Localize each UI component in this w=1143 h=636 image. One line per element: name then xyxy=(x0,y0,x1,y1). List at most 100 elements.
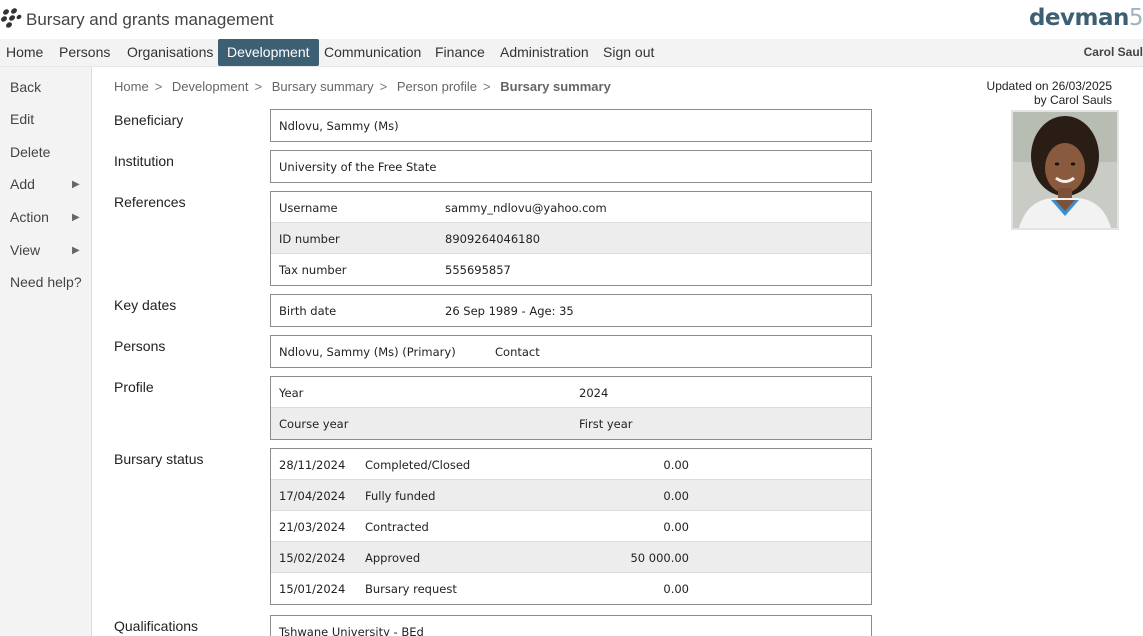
status-name: Approved xyxy=(365,551,421,565)
main-nav: Home Persons Organisations Development C… xyxy=(0,39,1143,67)
sidebar-delete[interactable]: Delete xyxy=(10,144,90,160)
status-name: Fully funded xyxy=(365,489,436,503)
status-date: 21/03/2024 xyxy=(279,520,346,534)
breadcrumb-separator: > xyxy=(154,79,163,94)
sidebar-back[interactable]: Back xyxy=(10,79,90,95)
sidebar-view[interactable]: View ▶ xyxy=(10,242,90,258)
beneficiary-label: Beneficiary xyxy=(114,112,184,128)
submenu-arrow-icon: ▶ xyxy=(72,179,80,190)
brand-logo: devman5 xyxy=(1029,5,1143,31)
reference-key: ID number xyxy=(279,232,340,246)
app-header: Bursary and grants management devman5 xyxy=(0,0,1143,39)
table-row: ID number 8909264046180 xyxy=(271,223,871,254)
sidebar: Back Edit Delete Add ▶ Action ▶ View ▶ Need… xyxy=(0,67,92,636)
app-logo-icon xyxy=(1,8,22,28)
profile-value: 2024 xyxy=(579,386,609,400)
key-date-value: 26 Sep 1989 - Age: 35 xyxy=(445,304,574,318)
table-row[interactable]: 17/04/2024 Fully funded 0.00 xyxy=(271,480,871,511)
key-dates-label: Key dates xyxy=(114,297,177,313)
sidebar-action[interactable]: Action ▶ xyxy=(10,209,90,225)
table-row[interactable]: 15/02/2024 Approved 50 000.00 xyxy=(271,542,871,573)
sidebar-edit[interactable]: Edit xyxy=(10,111,90,127)
institution-value[interactable]: University of the Free State xyxy=(279,160,436,174)
breadcrumb-person-profile[interactable]: Person profile xyxy=(397,79,477,94)
sidebar-add[interactable]: Add ▶ xyxy=(10,176,90,192)
updated-date: Updated on 26/03/2025 xyxy=(986,79,1112,93)
breadcrumb-separator: > xyxy=(483,79,491,94)
qualification-row[interactable]: Tshwane University - BEd xyxy=(271,616,871,636)
table-row[interactable]: 15/01/2024 Bursary request 0.00 xyxy=(271,573,871,604)
breadcrumb-development[interactable]: Development xyxy=(172,79,249,94)
bursary-status-label: Bursary status xyxy=(114,451,204,467)
status-name: Contracted xyxy=(365,520,429,534)
bursary-status-box: 28/11/2024 Completed/Closed 0.00 17/04/2… xyxy=(270,448,872,605)
qualification-value[interactable]: Tshwane University - BEd xyxy=(279,625,424,636)
qualifications-label: Qualifications xyxy=(114,618,199,634)
qualifications-box: Tshwane University - BEd xyxy=(270,615,872,636)
institution-row[interactable]: University of the Free State xyxy=(271,151,871,182)
profile-key: Year xyxy=(279,386,304,400)
status-amount: 0.00 xyxy=(663,582,689,596)
sidebar-help-label: Need help? xyxy=(10,274,82,290)
breadcrumb: Home > Development > Bursary summary > Pers… xyxy=(114,79,615,94)
table-row: Birth date 26 Sep 1989 - Age: 35 xyxy=(271,295,871,326)
breadcrumb-bursary-summary[interactable]: Bursary summary xyxy=(272,79,374,94)
reference-value: 8909264046180 xyxy=(445,232,541,246)
table-row[interactable]: 21/03/2024 Contracted 0.00 xyxy=(271,511,871,542)
status-amount: 0.00 xyxy=(663,458,689,472)
nav-administration[interactable]: Administration xyxy=(491,39,598,65)
persons-label: Persons xyxy=(114,338,166,354)
sidebar-add-label: Add xyxy=(10,176,35,192)
table-row: Year 2024 xyxy=(271,377,871,408)
profile-photo xyxy=(1011,110,1119,230)
key-date-key: Birth date xyxy=(279,304,337,318)
app-title: Bursary and grants management xyxy=(26,10,274,29)
sidebar-back-label: Back xyxy=(10,79,42,95)
sidebar-action-label: Action xyxy=(10,209,49,225)
status-date: 28/11/2024 xyxy=(279,458,346,472)
nav-home[interactable]: Home xyxy=(0,39,52,65)
breadcrumb-separator: > xyxy=(254,79,263,94)
institution-label: Institution xyxy=(114,153,174,169)
status-date: 15/01/2024 xyxy=(279,582,346,596)
profile-photo-image xyxy=(1013,112,1117,228)
status-name: Completed/Closed xyxy=(365,458,471,472)
table-row: Tax number 555695857 xyxy=(271,254,871,285)
submenu-arrow-icon: ▶ xyxy=(72,245,80,256)
profile-key: Course year xyxy=(279,417,349,431)
nav-persons[interactable]: Persons xyxy=(50,39,119,65)
key-dates-box: Birth date 26 Sep 1989 - Age: 35 xyxy=(270,294,872,327)
breadcrumb-home[interactable]: Home xyxy=(114,79,149,94)
reference-key: Tax number xyxy=(279,263,347,277)
reference-value: 555695857 xyxy=(445,263,511,277)
status-amount: 0.00 xyxy=(663,489,689,503)
nav-organisations[interactable]: Organisations xyxy=(118,39,222,65)
profile-label: Profile xyxy=(114,379,154,395)
nav-communication[interactable]: Communication xyxy=(315,39,430,65)
beneficiary-row[interactable]: Ndlovu, Sammy (Ms) xyxy=(271,110,871,141)
sidebar-delete-label: Delete xyxy=(10,144,51,160)
table-row[interactable]: 28/11/2024 Completed/Closed 0.00 xyxy=(271,449,871,480)
nav-sign-out[interactable]: Sign out xyxy=(594,39,663,65)
institution-box: University of the Free State xyxy=(270,150,872,183)
beneficiary-value[interactable]: Ndlovu, Sammy (Ms) xyxy=(279,119,399,133)
person-name[interactable]: Ndlovu, Sammy (Ms) (Primary) xyxy=(279,345,456,359)
person-role: Contact xyxy=(495,345,540,359)
status-name: Bursary request xyxy=(365,582,457,596)
sidebar-help[interactable]: Need help? xyxy=(10,274,90,290)
reference-key: Username xyxy=(279,201,338,215)
nav-finance[interactable]: Finance xyxy=(426,39,494,65)
brand-suffix: 5 xyxy=(1128,5,1143,31)
references-box: Username sammy_ndlovu@yahoo.com ID numbe… xyxy=(270,191,872,286)
updated-info: Updated on 26/03/2025 by Carol Sauls xyxy=(987,79,1112,107)
sidebar-edit-label: Edit xyxy=(10,111,35,127)
table-row: Username sammy_ndlovu@yahoo.com xyxy=(271,192,871,223)
status-amount: 50 000.00 xyxy=(630,551,689,565)
status-date: 15/02/2024 xyxy=(279,551,346,565)
profile-value: First year xyxy=(579,417,633,431)
breadcrumb-separator: > xyxy=(379,79,388,94)
brand-name: devman xyxy=(1028,5,1129,31)
person-row[interactable]: Ndlovu, Sammy (Ms) (Primary) Contact xyxy=(271,336,871,367)
breadcrumb-current: Bursary summary xyxy=(500,79,611,94)
nav-development[interactable]: Development xyxy=(218,39,319,66)
